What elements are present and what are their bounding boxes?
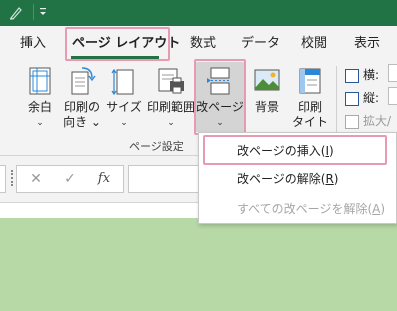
tab-data[interactable]: データ (241, 26, 280, 62)
reset-breaks-close: ) (380, 202, 386, 216)
scale-width-label: 横: (363, 68, 380, 82)
remove-break-text: 改ページの解除( (237, 172, 326, 186)
insert-function-icon[interactable]: fx (89, 166, 119, 192)
print-titles-icon (299, 68, 321, 94)
width-icon (345, 68, 359, 83)
margins-button[interactable]: 余白 ⌄ (22, 64, 58, 134)
breaks-menu: 改ページの挿入(I) 改ページの解除(R) すべての改ページを解除(A) (198, 132, 397, 224)
background-button[interactable]: 背景 (248, 64, 286, 134)
active-tab-indicator (71, 56, 159, 59)
print-titles-label-1: 印刷 (297, 100, 322, 114)
insert-break-text: 改ページの挿入( (237, 144, 326, 158)
page-size-icon (111, 68, 134, 96)
chevron-down-icon: ⌄ (120, 118, 128, 128)
orientation-label-2: 向き ⌄ (63, 115, 101, 129)
formula-bar-splitter[interactable] (11, 170, 13, 186)
orientation-label-1: 印刷の (63, 100, 100, 114)
enter-icon[interactable]: ✓ (55, 166, 85, 192)
insert-break-close: ) (329, 144, 334, 158)
size-button[interactable]: サイズ ⌄ (106, 64, 142, 134)
formula-input[interactable] (128, 165, 208, 193)
scale-height-label: 縦: (363, 91, 380, 105)
scale-width-select[interactable] (388, 64, 397, 82)
worksheet-area[interactable] (0, 218, 397, 311)
quick-access-separator (33, 4, 34, 20)
tab-review[interactable]: 校閲 (301, 26, 327, 62)
tab-formulas[interactable]: 数式 (190, 26, 216, 62)
breaks-label: 改ページ (196, 100, 244, 114)
scale-percent-label: 拡大/ (363, 114, 392, 128)
scale-percent-row: 拡大/ (345, 112, 391, 129)
formula-buttons: ✕ ✓ fx (16, 165, 124, 193)
background-image-icon (254, 69, 280, 91)
scale-icon (345, 114, 359, 129)
menu-item-insert-page-break[interactable]: 改ページの挿入(I) (199, 137, 396, 165)
height-icon (345, 91, 359, 106)
print-area-label: 印刷範囲 (146, 100, 195, 114)
ribbon-tabs: 挿入 ページ レイアウト 数式 データ 校閲 表示 (0, 26, 397, 62)
customize-quick-access-icon[interactable] (38, 5, 48, 19)
orientation-icon (71, 67, 96, 95)
remove-break-close: ) (333, 172, 339, 186)
cancel-icon[interactable]: ✕ (21, 166, 51, 192)
menu-item-reset-all-page-breaks: すべての改ページを解除(A) (199, 195, 396, 223)
remove-break-accesskey: R (325, 172, 334, 186)
print-titles-button[interactable]: 印刷 タイトル (288, 64, 332, 144)
size-label: サイズ (106, 100, 142, 114)
title-bar (0, 0, 397, 26)
print-area-icon (158, 68, 184, 94)
touch-mode-icon[interactable] (8, 5, 24, 21)
chevron-down-icon: ⌄ (216, 118, 224, 128)
menu-item-remove-page-break[interactable]: 改ページの解除(R) (199, 165, 396, 193)
orientation-button[interactable]: 印刷の 向き ⌄ (61, 64, 103, 134)
background-label: 背景 (254, 100, 279, 114)
reset-breaks-text: すべての改ページを解除( (237, 202, 373, 216)
print-area-button[interactable]: 印刷範囲 ⌄ (145, 64, 197, 134)
scale-height-row[interactable]: 縦: (345, 89, 379, 106)
scale-width-row[interactable]: 横: (345, 66, 379, 83)
chevron-down-icon: ⌄ (36, 118, 44, 128)
page-break-icon (207, 67, 231, 95)
breaks-button[interactable]: 改ページ ⌄ (196, 62, 244, 132)
tab-insert[interactable]: 挿入 (20, 26, 46, 62)
name-box[interactable] (0, 165, 6, 193)
page-setup-group-label: ページ設定 (129, 140, 184, 153)
margins-label: 余白 (27, 100, 52, 114)
chevron-down-icon: ⌄ (167, 118, 175, 128)
margins-icon (29, 67, 51, 95)
scale-height-select[interactable] (388, 87, 397, 105)
tab-view[interactable]: 表示 (354, 26, 380, 62)
